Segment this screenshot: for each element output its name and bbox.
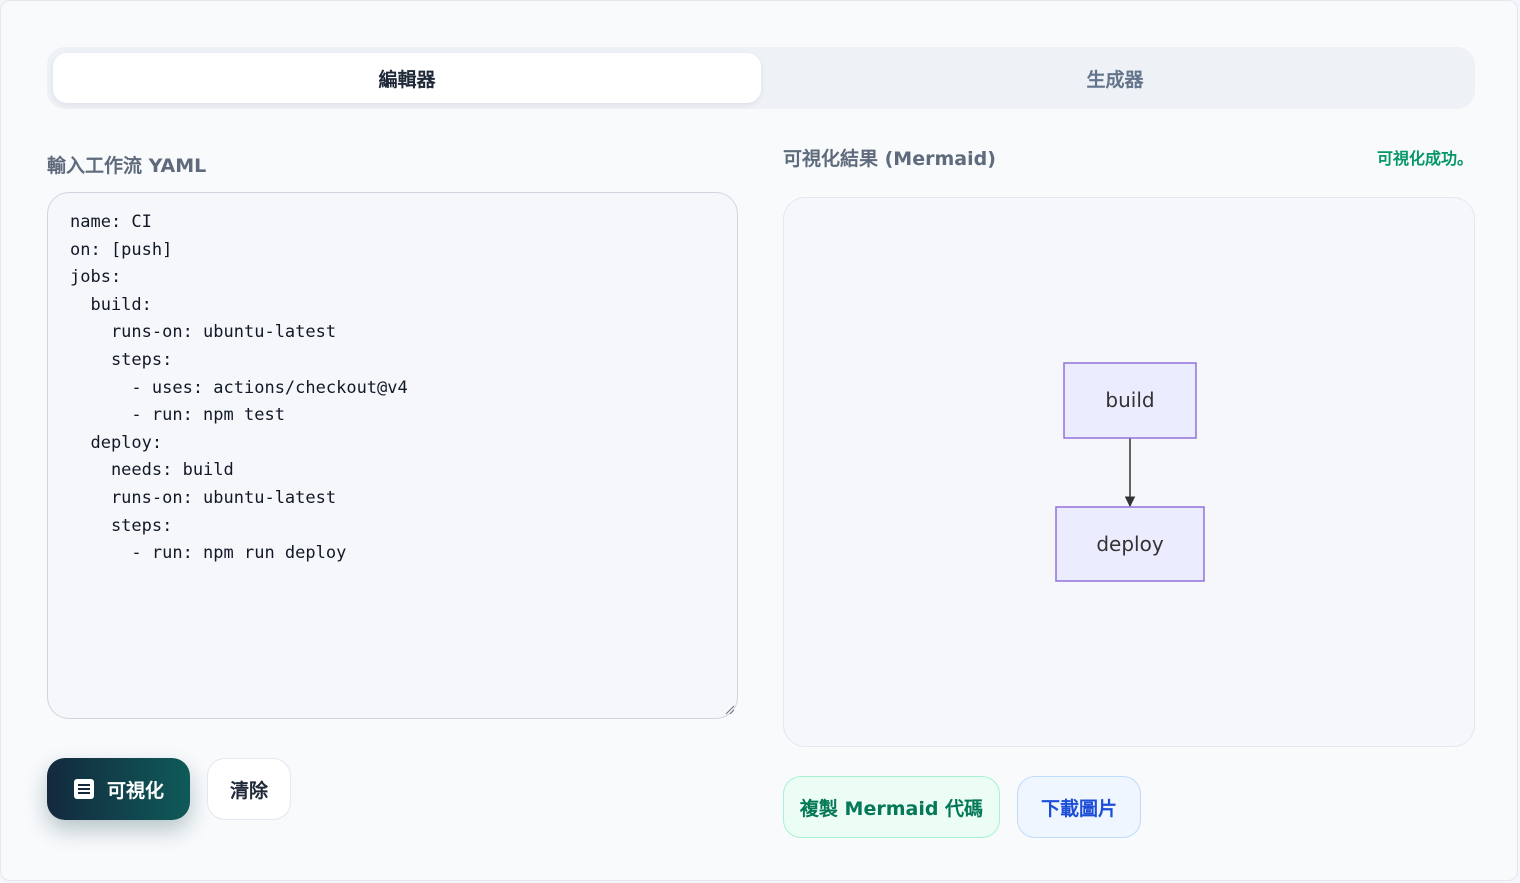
document-list-icon	[73, 779, 94, 799]
node-build[interactable]: build	[1063, 362, 1197, 439]
tab-generator[interactable]: 生成器	[761, 53, 1469, 103]
resize-grip-icon[interactable]	[725, 705, 735, 715]
clear-button[interactable]: 清除	[207, 758, 291, 820]
visualize-button[interactable]: 可視化	[47, 758, 190, 820]
diagram-preview: build deploy	[783, 197, 1475, 747]
status-message: 可視化成功。	[1376, 149, 1473, 168]
editor-label: 輸入工作流 YAML	[47, 155, 207, 177]
preview-label: 可視化結果 (Mermaid)	[783, 148, 996, 170]
copy-mermaid-button[interactable]: 複製 Mermaid 代碼	[783, 776, 1000, 838]
yaml-editor[interactable]	[47, 192, 738, 719]
tab-editor[interactable]: 編輯器	[53, 53, 761, 103]
svg-text:build: build	[1105, 388, 1154, 412]
mermaid-diagram: build deploy	[1055, 362, 1205, 582]
download-image-button[interactable]: 下載圖片	[1017, 776, 1141, 838]
svg-text:deploy: deploy	[1096, 532, 1163, 556]
tab-bar: 編輯器 生成器	[47, 47, 1475, 109]
node-deploy[interactable]: deploy	[1055, 506, 1205, 582]
visualize-button-label: 可視化	[106, 779, 164, 802]
app-card: 編輯器 生成器 輸入工作流 YAML 可視化結果 (Mermaid) 可視化成功…	[0, 0, 1518, 881]
